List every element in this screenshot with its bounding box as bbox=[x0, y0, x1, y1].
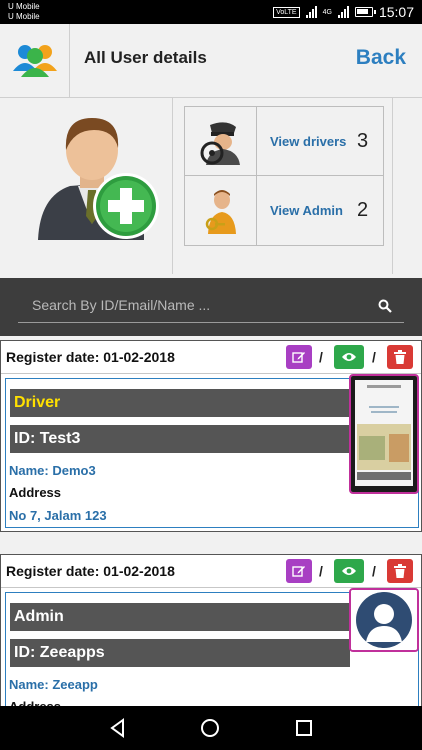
panel-divider-right bbox=[392, 98, 393, 274]
trash-icon bbox=[394, 350, 406, 364]
admin-icon-cell bbox=[185, 176, 257, 245]
status-bar: U Mobile U Mobile VoLTE 4G 15:07 bbox=[0, 0, 422, 24]
add-user-icon bbox=[38, 118, 159, 240]
delete-button[interactable] bbox=[387, 345, 413, 369]
user-id: ID: Test3 bbox=[10, 425, 350, 453]
admin-count: 2 bbox=[357, 199, 369, 221]
battery-icon bbox=[354, 7, 376, 17]
home-circle-icon[interactable] bbox=[200, 718, 220, 738]
panel-divider bbox=[172, 98, 173, 274]
separator: / bbox=[319, 349, 323, 365]
view-button[interactable] bbox=[334, 345, 364, 369]
driver-icon bbox=[200, 121, 240, 165]
users-group-icon bbox=[12, 45, 57, 77]
document-photo-icon bbox=[351, 376, 417, 492]
user-card: Register date: 01-02-2018 / / Driver ID:… bbox=[0, 340, 422, 532]
status-icons: VoLTE 4G 15:07 bbox=[273, 4, 414, 20]
register-date: Register date: 01-02-2018 bbox=[6, 563, 175, 579]
edit-icon bbox=[292, 566, 305, 577]
carrier-1: U Mobile bbox=[8, 2, 40, 11]
clock: 15:07 bbox=[378, 4, 414, 20]
back-button[interactable]: Back bbox=[356, 46, 406, 70]
app-logo bbox=[0, 24, 70, 98]
edit-button[interactable] bbox=[286, 345, 312, 369]
card-header: Register date: 01-02-2018 / / bbox=[1, 555, 421, 588]
edit-button[interactable] bbox=[286, 559, 312, 583]
recent-apps-icon[interactable] bbox=[294, 718, 314, 738]
separator: / bbox=[319, 563, 323, 579]
search-icon[interactable] bbox=[378, 299, 392, 313]
user-id: ID: Zeeapps bbox=[10, 639, 350, 667]
role-label: Admin bbox=[10, 603, 350, 631]
user-stats: View drivers 3 View Admin 2 bbox=[184, 106, 384, 246]
view-admin-label: View Admin bbox=[270, 203, 343, 218]
user-name: Name: Demo3 bbox=[9, 463, 96, 478]
signal-icon bbox=[305, 6, 317, 18]
navigation-bar bbox=[0, 706, 422, 750]
user-photo[interactable] bbox=[349, 374, 419, 494]
avatar-placeholder-icon bbox=[351, 590, 417, 650]
address-value: No 7, Jalam 123 bbox=[9, 508, 107, 523]
view-button[interactable] bbox=[334, 559, 364, 583]
trash-icon bbox=[394, 564, 406, 578]
driver-icon-cell bbox=[185, 107, 257, 176]
eye-icon bbox=[342, 353, 356, 361]
search-bar bbox=[0, 278, 422, 336]
card-header: Register date: 01-02-2018 / / bbox=[1, 341, 421, 374]
page-title: All User details bbox=[84, 48, 207, 67]
summary-panel: View drivers 3 View Admin 2 bbox=[0, 98, 422, 278]
eye-icon bbox=[342, 567, 356, 575]
register-date: Register date: 01-02-2018 bbox=[6, 349, 175, 365]
signal-icon-2 bbox=[337, 6, 349, 18]
user-card: Register date: 01-02-2018 / / Admin ID: … bbox=[0, 554, 422, 714]
view-admin-row[interactable]: View Admin 2 bbox=[185, 176, 383, 245]
delete-button[interactable] bbox=[387, 559, 413, 583]
volte-badge: VoLTE bbox=[273, 6, 300, 18]
add-user-button[interactable] bbox=[30, 104, 162, 242]
separator: / bbox=[372, 563, 376, 579]
user-name: Name: Zeeapp bbox=[9, 677, 98, 692]
carrier-2: U Mobile bbox=[8, 12, 40, 21]
network-type: 4G bbox=[322, 8, 332, 16]
search-underline bbox=[18, 322, 404, 323]
role-label: Driver bbox=[10, 389, 350, 417]
separator: / bbox=[372, 349, 376, 365]
view-drivers-row[interactable]: View drivers 3 bbox=[185, 107, 383, 176]
user-photo[interactable] bbox=[349, 588, 419, 652]
edit-icon bbox=[292, 352, 305, 363]
address-label: Address bbox=[9, 485, 62, 500]
app-header: All User details Back bbox=[0, 24, 422, 98]
back-triangle-icon[interactable] bbox=[108, 718, 128, 738]
admin-icon bbox=[205, 189, 236, 234]
view-drivers-label: View drivers bbox=[270, 134, 347, 149]
search-input[interactable] bbox=[18, 290, 368, 320]
carrier-info: U Mobile U Mobile bbox=[8, 2, 40, 22]
drivers-count: 3 bbox=[357, 130, 369, 152]
